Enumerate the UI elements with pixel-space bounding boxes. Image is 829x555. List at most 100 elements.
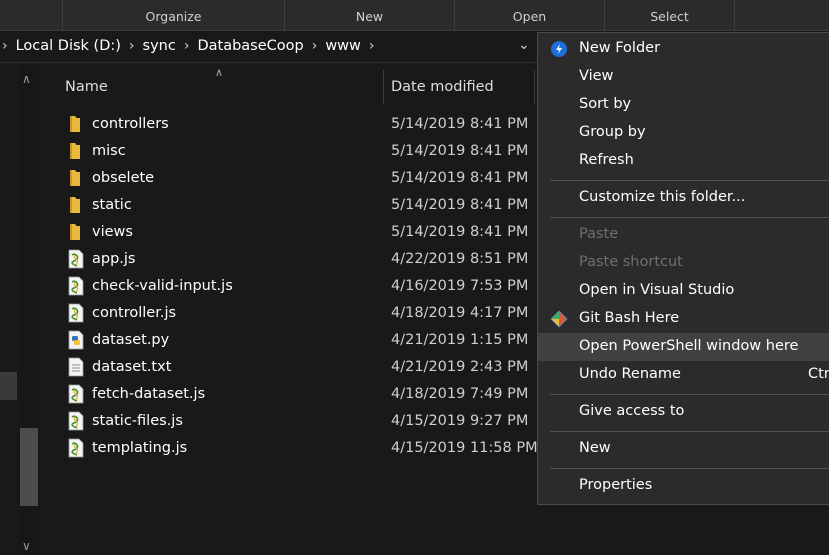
- context-menu: New Folder View Sort by Group by Refresh Cust…: [537, 32, 829, 505]
- ribbon-group-label: Organize: [145, 9, 202, 24]
- file-name: misc: [92, 143, 126, 159]
- file-date: 5/14/2019 8:41 PM: [391, 170, 529, 186]
- file-row[interactable]: dataset.py 4/21/2019 1:15 PM: [40, 328, 540, 355]
- chevron-right-icon[interactable]: ›: [129, 38, 135, 54]
- file-row[interactable]: obselete 5/14/2019 8:41 PM: [40, 166, 540, 193]
- menu-item-customize-this-folder[interactable]: Customize this folder...: [538, 184, 829, 212]
- menu-item-group-by[interactable]: Group by: [538, 119, 829, 147]
- file-row[interactable]: static 5/14/2019 8:41 PM: [40, 193, 540, 220]
- menu-item-label: Customize this folder...: [579, 189, 746, 205]
- js-file-icon: [66, 276, 86, 296]
- folder-icon: [66, 195, 86, 215]
- file-date: 4/18/2019 4:17 PM: [391, 305, 529, 321]
- menu-item-undo-rename[interactable]: Undo Rename Ctr: [538, 361, 829, 389]
- file-name: static-files.js: [92, 413, 183, 429]
- new-folder-icon: [550, 40, 568, 58]
- navigation-pane: ∧ ∨: [0, 64, 40, 555]
- file-date: 5/14/2019 8:41 PM: [391, 143, 529, 159]
- nav-selected-item[interactable]: [0, 372, 17, 400]
- folder-icon: [66, 222, 86, 242]
- menu-item-refresh[interactable]: Refresh: [538, 147, 829, 175]
- breadcrumb: › Local Disk (D:) › sync › DatabaseCoop …: [0, 38, 383, 54]
- ribbon-group-new[interactable]: New: [284, 0, 454, 31]
- menu-item-label: Group by: [579, 124, 646, 140]
- file-row[interactable]: controller.js 4/18/2019 4:17 PM: [40, 301, 540, 328]
- menu-item-label: New: [579, 440, 611, 456]
- file-date: 4/15/2019 11:58 PM: [391, 440, 538, 456]
- ribbon-group-select[interactable]: Select: [604, 0, 734, 31]
- file-date: 5/14/2019 8:41 PM: [391, 116, 529, 132]
- menu-item-give-access-to[interactable]: Give access to: [538, 398, 829, 426]
- menu-item-label: Paste: [579, 226, 619, 242]
- chevron-right-icon[interactable]: ›: [2, 38, 8, 54]
- menu-item-new-folder[interactable]: New Folder: [538, 35, 829, 63]
- file-name: views: [92, 224, 133, 240]
- menu-item-label: Sort by: [579, 96, 632, 112]
- ribbon-group-open[interactable]: Open: [454, 0, 604, 31]
- chevron-right-icon[interactable]: ›: [369, 38, 375, 54]
- menu-item-label: View: [579, 68, 614, 84]
- file-row[interactable]: check-valid-input.js 4/16/2019 7:53 PM: [40, 274, 540, 301]
- chevron-right-icon[interactable]: ›: [312, 38, 318, 54]
- menu-item-sort-by[interactable]: Sort by: [538, 91, 829, 119]
- file-row[interactable]: controllers 5/14/2019 8:41 PM: [40, 112, 540, 139]
- menu-item-label: New Folder: [579, 40, 661, 56]
- column-date-header[interactable]: Date modified: [391, 79, 494, 95]
- file-row[interactable]: fetch-dataset.js 4/18/2019 7:49 PM: [40, 382, 540, 409]
- menu-item-paste: Paste: [538, 221, 829, 249]
- menu-item-open-in-visual-studio[interactable]: Open in Visual Studio: [538, 277, 829, 305]
- menu-separator: [550, 394, 829, 395]
- file-name: check-valid-input.js: [92, 278, 233, 294]
- column-name-header[interactable]: Name: [65, 79, 108, 95]
- scroll-down-icon[interactable]: ∨: [22, 539, 31, 553]
- file-name: fetch-dataset.js: [92, 386, 206, 402]
- chevron-right-icon[interactable]: ›: [184, 38, 190, 54]
- file-row[interactable]: views 5/14/2019 8:41 PM: [40, 220, 540, 247]
- file-date: 4/22/2019 8:51 PM: [391, 251, 529, 267]
- scroll-up-icon[interactable]: ∧: [22, 72, 31, 86]
- menu-item-properties[interactable]: Properties: [538, 472, 829, 500]
- ribbon-group-label: New: [355, 9, 384, 24]
- sort-ascending-icon: ∧: [215, 66, 224, 79]
- breadcrumb-item[interactable]: sync: [143, 38, 176, 54]
- file-list: ∧ Name Date modified controllers 5/14/201…: [40, 64, 540, 555]
- file-row[interactable]: templating.js 4/15/2019 11:58 PM: [40, 436, 540, 463]
- column-divider[interactable]: [383, 70, 384, 104]
- file-date: 4/16/2019 7:53 PM: [391, 278, 529, 294]
- file-date: 4/15/2019 9:27 PM: [391, 413, 529, 429]
- menu-separator: [550, 431, 829, 432]
- file-name: controllers: [92, 116, 169, 132]
- breadcrumb-item[interactable]: www: [325, 38, 361, 54]
- chevron-down-icon[interactable]: ⌄: [518, 37, 530, 53]
- file-name: templating.js: [92, 440, 188, 456]
- menu-item-git-bash-here[interactable]: Git Bash Here: [538, 305, 829, 333]
- column-divider[interactable]: [534, 70, 535, 104]
- ribbon-group-label: Open: [512, 9, 547, 24]
- file-row[interactable]: app.js 4/22/2019 8:51 PM: [40, 247, 540, 274]
- menu-item-open-powershell-window-here[interactable]: Open PowerShell window here: [538, 333, 829, 361]
- ribbon-group-divider: [734, 0, 829, 31]
- address-bar[interactable]: › Local Disk (D:) › sync › DatabaseCoop …: [0, 32, 540, 63]
- file-name: dataset.py: [92, 332, 170, 348]
- nav-scrollbar[interactable]: ∧ ∨: [19, 64, 40, 555]
- scrollbar-thumb[interactable]: [20, 428, 38, 506]
- ribbon-group-label: Select: [650, 9, 689, 24]
- menu-item-view[interactable]: View: [538, 63, 829, 91]
- folder-icon: [66, 141, 86, 161]
- menu-item-label: Git Bash Here: [579, 310, 680, 326]
- menu-item-label: Refresh: [579, 152, 634, 168]
- ribbon-group-organize[interactable]: Organize: [62, 0, 284, 31]
- menu-item-new[interactable]: New: [538, 435, 829, 463]
- ribbon: Organize New Open Select: [0, 0, 829, 31]
- menu-item-label: Properties: [579, 477, 653, 493]
- menu-item-label: Paste shortcut: [579, 254, 683, 270]
- file-row[interactable]: dataset.txt 4/21/2019 2:43 PM: [40, 355, 540, 382]
- breadcrumb-item[interactable]: DatabaseCoop: [197, 38, 303, 54]
- menu-separator: [550, 217, 829, 218]
- file-row[interactable]: static-files.js 4/15/2019 9:27 PM: [40, 409, 540, 436]
- file-date: 4/18/2019 7:49 PM: [391, 386, 529, 402]
- breadcrumb-item[interactable]: Local Disk (D:): [16, 38, 121, 54]
- file-name: obselete: [92, 170, 155, 186]
- file-date: 4/21/2019 2:43 PM: [391, 359, 529, 375]
- file-row[interactable]: misc 5/14/2019 8:41 PM: [40, 139, 540, 166]
